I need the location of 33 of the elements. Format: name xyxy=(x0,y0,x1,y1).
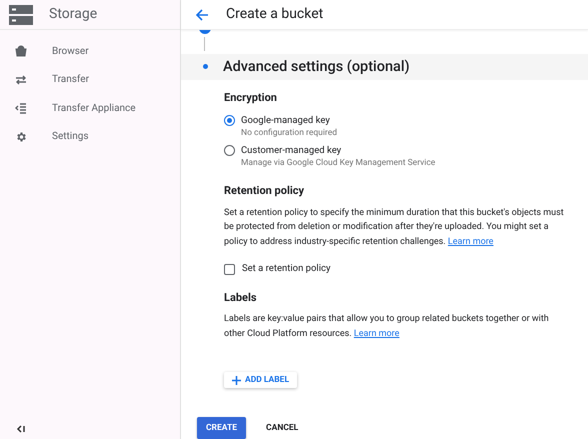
cancel-button[interactable]: CANCEL xyxy=(264,417,300,439)
sidebar-item[interactable]: Transfer Appliance xyxy=(0,94,180,122)
radio-description: Manage via Google Cloud Key Management Service xyxy=(241,157,436,170)
section-title: Labels xyxy=(224,290,258,306)
retention-description: Set a retention policy to specify the minimum duration that this bucket's objects must be protected from deletion or modification after they're uploaded. You might set a policy to address industry-specific retention challenges. Learn more xyxy=(224,206,565,249)
back-arrow-icon[interactable] xyxy=(195,8,209,22)
labels-description: Labels are key:value pairs that allow you to group related buckets together or with other Cloud Platform resources. Learn more xyxy=(224,313,550,340)
page-title: Create a bucket xyxy=(226,5,324,24)
list-icon xyxy=(15,102,27,114)
create-button[interactable]: CREATE xyxy=(197,417,246,439)
radio-button[interactable] xyxy=(224,115,235,126)
section-title: Encryption xyxy=(224,90,278,106)
arrows-icon xyxy=(15,74,27,86)
sidebar-title: Storage xyxy=(49,5,98,24)
radio-description: No configuration required xyxy=(241,127,338,140)
step-title: Advanced settings (optional) xyxy=(223,56,410,77)
radio-button[interactable] xyxy=(224,145,235,156)
checkbox[interactable] xyxy=(224,264,235,275)
sidebar-item[interactable]: Settings xyxy=(0,122,180,151)
learn-more-link[interactable]: Learn more xyxy=(448,236,494,247)
sidebar-item[interactable]: Browser xyxy=(0,37,180,66)
radio-label: Customer-managed key xyxy=(241,144,342,158)
collapse-icon[interactable] xyxy=(16,424,26,434)
plus-icon xyxy=(232,376,241,384)
learn-more-link[interactable]: Learn more xyxy=(354,328,400,338)
bag-icon xyxy=(15,45,27,58)
radio-label: Google-managed key xyxy=(241,114,331,128)
add-label-button[interactable]: ADD LABEL xyxy=(224,372,298,388)
gear-icon xyxy=(15,130,27,143)
section-title: Retention policy xyxy=(224,183,306,200)
sidebar-item[interactable]: Transfer xyxy=(0,66,180,94)
storage-icon xyxy=(9,4,33,24)
checkbox-label: Set a retention policy xyxy=(242,262,331,276)
